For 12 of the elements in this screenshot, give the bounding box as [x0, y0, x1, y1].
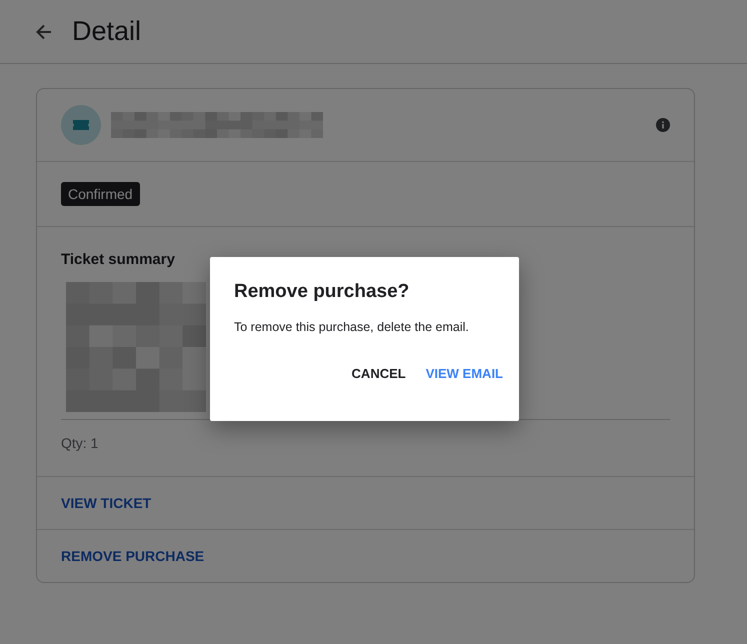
page-title: Detail: [72, 16, 142, 47]
dialog-title: Remove purchase?: [234, 281, 410, 303]
info-icon[interactable]: [656, 118, 670, 132]
view-email-button[interactable]: VIEW EMAIL: [418, 358, 511, 389]
section-title: Ticket summary: [61, 251, 176, 268]
dialog-message: To remove this purchase, delete the email.: [234, 320, 470, 334]
cancel-button[interactable]: CANCEL: [344, 358, 414, 389]
action-link[interactable]: VIEW TICKET: [61, 495, 152, 511]
action-link[interactable]: REMOVE PURCHASE: [61, 548, 204, 564]
quantity-text: Qty: 1: [61, 435, 100, 451]
status-badge: Confirmed: [61, 182, 140, 206]
ticket-icon: [61, 105, 101, 145]
